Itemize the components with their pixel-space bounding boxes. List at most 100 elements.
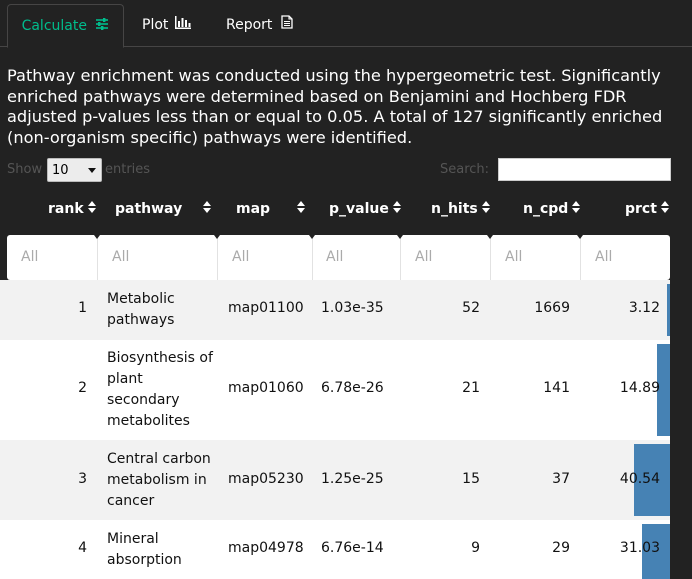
table-row[interactable]: 3 Central carbon metabolism in cancer ma…	[0, 440, 670, 520]
pathway-line: Biosynthesis of	[107, 350, 213, 366]
enrichment-description: Pathway enrichment was conducted using t…	[7, 66, 663, 147]
table-row[interactable]: 2 Biosynthesis of plant secondary metabo…	[0, 340, 670, 440]
show-label: Show	[7, 162, 43, 177]
rank-cell: 2	[78, 380, 87, 396]
p-value-cell: 1.03e-35	[321, 300, 384, 316]
pathway-line: Mineral	[107, 531, 159, 547]
n-hits-cell: 15	[462, 471, 480, 487]
header-prct[interactable]: prct	[625, 198, 669, 220]
entries-length-value: 10	[52, 163, 69, 178]
filter-notch	[487, 235, 493, 239]
pathway-cell: Biosynthesis of plant secondary metaboli…	[107, 348, 213, 432]
filter-n-hits[interactable]: All	[415, 249, 432, 265]
rank-cell: 4	[78, 540, 87, 556]
pathway-cell: Central carbon metabolism in cancer	[107, 449, 211, 512]
pathway-line: plant	[107, 371, 143, 387]
prct-cell: 14.89	[619, 380, 660, 396]
filter-pathway[interactable]: All	[112, 249, 129, 265]
chevron-down-icon	[88, 168, 96, 173]
prct-cell: 40.54	[619, 471, 660, 487]
p-value-cell: 1.25e-25	[321, 471, 384, 487]
header-rank-label: rank	[48, 201, 84, 217]
table-row[interactable]: 4 Mineral absorption map04978 6.76e-14 9…	[0, 520, 670, 579]
prct-cell: 3.12	[628, 300, 660, 316]
header-p-value-label: p_value	[329, 201, 389, 217]
sort-icon	[392, 198, 401, 220]
header-pathway[interactable]: pathway	[115, 198, 182, 220]
pathway-line: cancer	[107, 493, 155, 509]
header-p-value[interactable]: p_value	[329, 198, 401, 220]
sort-icon	[87, 198, 96, 220]
sort-icon	[481, 198, 490, 220]
tab-plot[interactable]: Plot	[142, 4, 191, 46]
filter-p-value[interactable]: All	[326, 249, 343, 265]
header-n-cpd-label: n_cpd	[523, 201, 569, 217]
entries-length-select[interactable]: 10	[47, 158, 102, 182]
tab-bar: Calculate Plot Report	[0, 0, 692, 48]
n-hits-cell: 52	[462, 300, 480, 316]
n-hits-cell: 9	[471, 540, 480, 556]
search-label: Search:	[440, 162, 490, 177]
p-value-cell: 6.78e-26	[321, 380, 384, 396]
pathway-cell: Metabolic pathways	[107, 289, 175, 331]
tab-calculate[interactable]: Calculate	[7, 4, 124, 48]
n-hits-cell: 21	[462, 380, 480, 396]
header-rank[interactable]: rank	[48, 198, 96, 220]
bar-chart-icon	[174, 4, 191, 46]
tab-plot-label: Plot	[142, 17, 169, 33]
filter-notch	[577, 235, 583, 239]
filter-divider	[580, 235, 581, 280]
sort-icon	[297, 198, 305, 220]
filter-n-cpd[interactable]: All	[505, 249, 522, 265]
filter-notch	[94, 235, 100, 239]
prct-bar	[667, 284, 670, 336]
pathway-line: secondary	[107, 392, 180, 408]
prct-cell: 31.03	[619, 540, 660, 556]
sort-icon	[660, 198, 669, 220]
filter-rank[interactable]: All	[21, 249, 38, 265]
sliders-icon	[95, 5, 109, 47]
filter-divider	[217, 235, 218, 280]
pathway-line: Central carbon	[107, 451, 211, 467]
filter-notch	[214, 235, 220, 239]
search-input[interactable]	[498, 158, 671, 181]
pathway-line: metabolites	[107, 413, 190, 429]
entries-label: entries	[105, 162, 151, 177]
header-map-label: map	[236, 201, 271, 217]
filter-map[interactable]: All	[232, 249, 249, 265]
header-map[interactable]: map	[236, 198, 270, 220]
filter-divider	[312, 235, 313, 280]
header-pathway-label: pathway	[115, 201, 183, 217]
p-value-cell: 6.76e-14	[321, 540, 384, 556]
filter-divider	[490, 235, 491, 280]
map-cell: map01060	[228, 380, 304, 396]
filter-notch	[397, 235, 403, 239]
header-n-hits-label: n_hits	[431, 201, 478, 217]
rank-cell: 3	[78, 471, 87, 487]
header-prct-label: prct	[625, 201, 657, 217]
filter-prct[interactable]: All	[595, 249, 612, 265]
pathway-cell: Mineral absorption	[107, 529, 182, 571]
pathway-line: Metabolic	[107, 291, 175, 307]
sort-icon	[203, 198, 211, 220]
n-cpd-cell: 1669	[534, 300, 570, 316]
pathway-line: absorption	[107, 552, 182, 568]
map-cell: map05230	[228, 471, 304, 487]
filter-divider	[97, 235, 98, 280]
filter-notch	[309, 235, 315, 239]
pathway-line: pathways	[107, 312, 175, 328]
rank-cell: 1	[78, 300, 87, 316]
n-cpd-cell: 29	[552, 540, 570, 556]
tab-report-label: Report	[226, 17, 273, 33]
sort-icon	[572, 198, 581, 220]
pathway-line: metabolism in	[107, 472, 207, 488]
tab-report[interactable]: Report	[226, 4, 293, 46]
document-icon	[281, 4, 293, 46]
n-cpd-cell: 37	[552, 471, 570, 487]
header-n-hits[interactable]: n_hits	[431, 198, 490, 220]
n-cpd-cell: 141	[543, 380, 570, 396]
table-row[interactable]: 1 Metabolic pathways map01100 1.03e-35 5…	[0, 280, 670, 340]
header-n-cpd[interactable]: n_cpd	[523, 198, 581, 220]
map-cell: map01100	[228, 300, 304, 316]
tab-calculate-label: Calculate	[21, 18, 87, 34]
